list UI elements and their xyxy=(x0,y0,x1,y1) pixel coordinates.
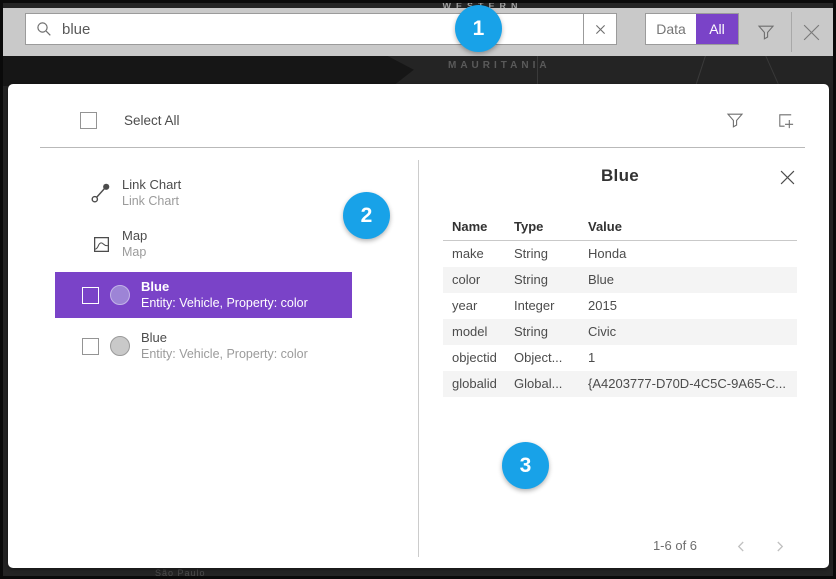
toolbar-filter-button[interactable] xyxy=(754,19,778,45)
search-results-panel: Select All xyxy=(8,84,829,568)
map-label-mauritania: MAURITANIA xyxy=(448,60,551,71)
cell-type: Integer xyxy=(514,293,588,319)
chevron-left-icon xyxy=(736,540,745,553)
cell-value: Civic xyxy=(588,319,797,345)
result-title: Blue xyxy=(141,279,308,295)
map-icon xyxy=(92,235,111,254)
result-subtitle: Map xyxy=(122,244,147,260)
select-all-label: Select All xyxy=(124,113,180,128)
results-filter-button[interactable] xyxy=(725,110,745,130)
table-row: model String Civic xyxy=(443,319,797,345)
result-title: Blue xyxy=(141,330,308,346)
clear-search-button[interactable] xyxy=(583,14,616,44)
x-clear-icon xyxy=(595,24,606,35)
pagination-label: 1-6 of 6 xyxy=(615,538,735,553)
result-subtitle: Entity: Vehicle, Property: color xyxy=(141,346,308,362)
result-icon-slot xyxy=(109,335,131,357)
callout-badge-2: 2 xyxy=(343,192,390,239)
cell-value: {A4203777-D70D-4C5C-9A65-C... xyxy=(588,371,797,397)
cell-name: model xyxy=(443,319,514,345)
entity-circle-icon xyxy=(110,336,130,356)
table-body: make String Honda color String Blue year… xyxy=(443,241,797,397)
result-title: Map xyxy=(122,228,147,244)
cell-value: 2015 xyxy=(588,293,797,319)
cell-name: globalid xyxy=(443,371,514,397)
result-icon-slot xyxy=(90,182,112,204)
column-header-type: Type xyxy=(514,214,588,240)
close-icon xyxy=(780,170,795,185)
callout-badge-1: 1 xyxy=(455,5,502,52)
add-to-selection-icon xyxy=(776,111,795,130)
map-label-sao-paulo: São Paulo xyxy=(155,568,206,578)
properties-table: Name Type Value make String Honda color … xyxy=(443,214,797,397)
select-all-row: Select All xyxy=(80,112,180,129)
result-text: Map Map xyxy=(122,228,147,260)
result-icon-slot xyxy=(90,233,112,255)
result-subtitle: Entity: Vehicle, Property: color xyxy=(141,295,308,311)
search-toolbar: Data All xyxy=(3,8,833,56)
detail-title: Blue xyxy=(540,166,700,186)
panel-divider xyxy=(40,147,805,148)
cell-type: Object... xyxy=(514,345,588,371)
result-title: Link Chart xyxy=(122,177,181,193)
close-icon xyxy=(802,23,821,42)
entity-circle-icon xyxy=(110,285,130,305)
table-row: year Integer 2015 xyxy=(443,293,797,319)
map-border-line xyxy=(765,55,780,86)
table-row: objectid Object... 1 xyxy=(443,345,797,371)
cell-name: year xyxy=(443,293,514,319)
pagination-next-button[interactable] xyxy=(772,538,788,554)
result-text: Blue Entity: Vehicle, Property: color xyxy=(141,279,308,311)
add-to-selection-button[interactable] xyxy=(775,110,795,130)
table-row: globalid Global... {A4203777-D70D-4C5C-9… xyxy=(443,371,797,397)
cell-value: 1 xyxy=(588,345,797,371)
result-checkbox[interactable] xyxy=(82,338,99,355)
result-icon-slot xyxy=(109,284,131,306)
select-all-checkbox[interactable] xyxy=(80,112,97,129)
chevron-right-icon xyxy=(776,540,785,553)
cell-name: make xyxy=(443,241,514,267)
cell-name: objectid xyxy=(443,345,514,371)
data-all-toggle: Data All xyxy=(645,13,739,45)
cell-type: String xyxy=(514,319,588,345)
toolbar-close-button[interactable] xyxy=(799,21,823,43)
panel-vertical-divider xyxy=(418,160,419,557)
result-text: Link Chart Link Chart xyxy=(122,177,181,209)
toggle-option-all[interactable]: All xyxy=(696,14,738,44)
cell-type: Global... xyxy=(514,371,588,397)
table-row: make String Honda xyxy=(443,241,797,267)
pagination-prev-button[interactable] xyxy=(732,538,748,554)
table-header: Name Type Value xyxy=(443,214,797,241)
cell-value: Blue xyxy=(588,267,797,293)
search-box[interactable] xyxy=(25,13,617,45)
panel-actions xyxy=(725,110,795,130)
toggle-option-data[interactable]: Data xyxy=(646,14,696,44)
app-screenshot: WESTERN MAURITANIA São Paulo Data All xyxy=(0,0,836,579)
map-border-line xyxy=(695,55,706,88)
funnel-icon xyxy=(726,111,744,129)
cell-type: String xyxy=(514,267,588,293)
cell-type: String xyxy=(514,241,588,267)
search-input[interactable] xyxy=(60,20,583,39)
results-list: Link Chart Link Chart xyxy=(55,170,352,374)
result-checkbox[interactable] xyxy=(82,287,99,304)
cell-name: color xyxy=(443,267,514,293)
table-row: color String Blue xyxy=(443,267,797,293)
result-item[interactable]: Map Map xyxy=(55,221,352,267)
column-header-name: Name xyxy=(443,214,514,240)
search-icon xyxy=(36,21,52,37)
result-subtitle: Link Chart xyxy=(122,193,181,209)
result-item[interactable]: Blue Entity: Vehicle, Property: color xyxy=(55,323,352,369)
cell-value: Honda xyxy=(588,241,797,267)
result-text: Blue Entity: Vehicle, Property: color xyxy=(141,330,308,362)
link-chart-icon xyxy=(90,182,112,204)
toolbar-divider xyxy=(791,12,792,52)
detail-close-button[interactable] xyxy=(778,168,796,186)
callout-badge-3: 3 xyxy=(502,442,549,489)
funnel-icon xyxy=(757,23,775,41)
column-header-value: Value xyxy=(588,214,797,240)
result-item[interactable]: Blue Entity: Vehicle, Property: color xyxy=(55,272,352,318)
result-item[interactable]: Link Chart Link Chart xyxy=(55,170,352,216)
